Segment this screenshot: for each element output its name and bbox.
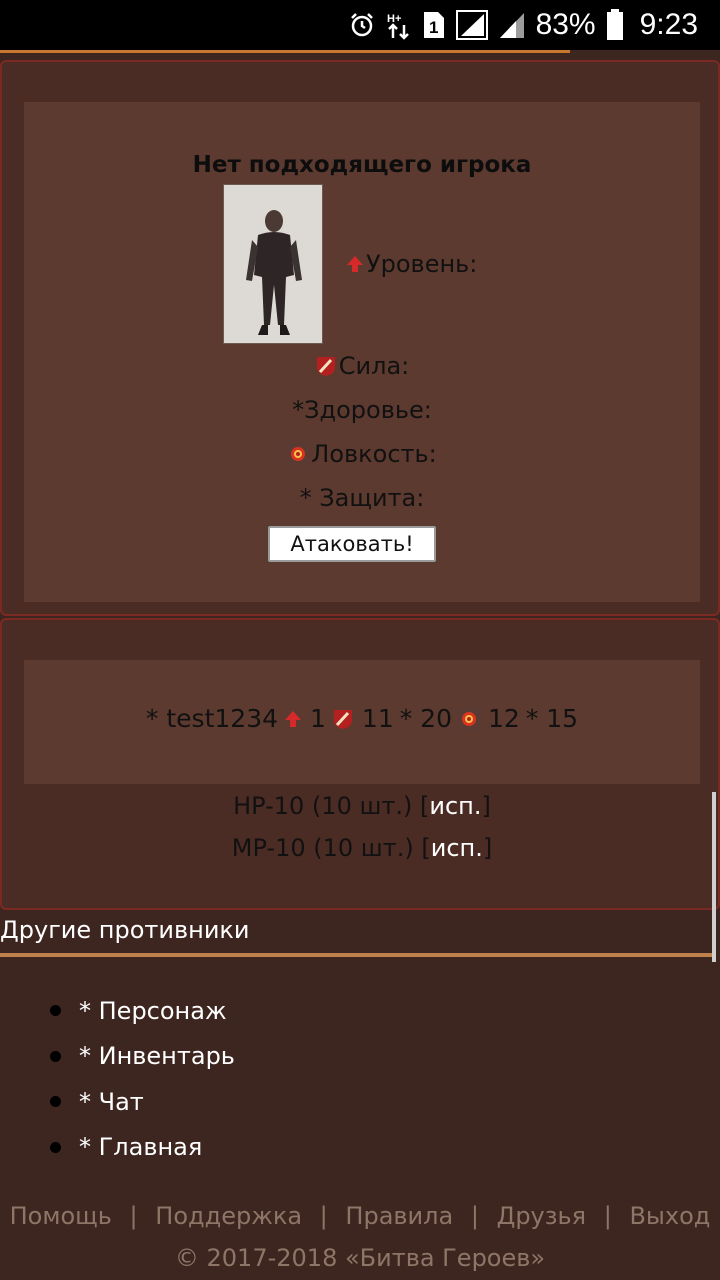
health-label: *Здоровье: — [292, 396, 432, 424]
alarm-icon — [348, 11, 376, 39]
sword-shield-icon — [316, 357, 335, 376]
data-arrows-icon: H+ — [386, 10, 412, 40]
menu-item-label: * Персонаж — [79, 996, 227, 1025]
item-name: HP-10 (10 шт.) [ — [233, 792, 430, 820]
item-hp: HP-10 (10 шт.) [исп.] — [2, 792, 720, 820]
footer-link-logout[interactable]: Выход — [629, 1202, 710, 1230]
footer-separator: | — [319, 1202, 328, 1230]
opponent-avatar — [223, 184, 323, 344]
signal-icon-2 — [498, 10, 526, 40]
sim-icon: 1 — [422, 10, 446, 40]
player-stats: * test1234 1 11 * 20 12 * 15 — [24, 704, 700, 733]
menu-item-label: * Инвентарь — [79, 1042, 235, 1071]
level-up-arrow-icon — [347, 256, 363, 272]
copyright: © 2017-2018 «Битва Героев» — [174, 1244, 546, 1272]
item-bracket: ] — [481, 792, 491, 820]
player-card: * test1234 1 11 * 20 12 * 15 — [24, 660, 700, 784]
use-item-link[interactable]: исп. — [429, 792, 481, 820]
item-name: MP-10 (10 шт.) [ — [231, 834, 431, 862]
level-label: Уровень: — [366, 250, 478, 278]
main-menu: * Персонаж * Инвентарь * Чат * Главная — [50, 988, 235, 1170]
clock: 9:23 — [639, 8, 698, 41]
footer-link-help[interactable]: Помощь — [10, 1202, 112, 1230]
bullet — [50, 1141, 61, 1153]
menu-item-inventory[interactable]: * Инвентарь — [50, 1034, 235, 1080]
gear-icon — [458, 707, 480, 730]
player-level: 1 — [310, 704, 326, 733]
opponent-strength: Сила: — [24, 352, 700, 380]
player-health: * 20 — [399, 704, 452, 733]
footer-links: Помощь | Поддержка | Правила | Друзья | … — [0, 1202, 720, 1230]
opponent-health: *Здоровье: — [24, 396, 700, 424]
menu-item-chat[interactable]: * Чат — [50, 1079, 235, 1125]
player-name: * test1234 — [145, 704, 279, 733]
menu-item-label: * Чат — [79, 1087, 144, 1116]
opponent-panel: Нет подходящего игрока Уровень: Сила: *З… — [0, 60, 720, 616]
footer-separator: | — [129, 1202, 138, 1230]
footer-separator: | — [603, 1202, 612, 1230]
bullet — [50, 1005, 61, 1017]
opponent-level: Уровень: — [346, 250, 477, 278]
battery-percent: 83% — [535, 8, 596, 41]
sword-shield-icon — [333, 709, 352, 729]
footer-link-rules[interactable]: Правила — [345, 1202, 453, 1230]
footer-link-support[interactable]: Поддержка — [155, 1202, 302, 1230]
scrollbar[interactable] — [712, 792, 716, 962]
opponent-title: Нет подходящего игрока — [192, 152, 532, 178]
status-bar: H+ 1 83% 9:23 — [0, 0, 720, 50]
footer-separator: | — [470, 1202, 479, 1230]
item-mp: MP-10 (10 шт.) [исп.] — [2, 834, 720, 862]
defense-label: * Защита: — [299, 484, 425, 512]
section-divider — [0, 953, 714, 957]
use-item-link[interactable]: исп. — [431, 834, 483, 862]
gear-icon — [287, 443, 310, 465]
attack-button[interactable]: Атаковать! — [268, 526, 436, 562]
opponent-agility: Ловкость: — [24, 440, 700, 468]
strength-label: Сила: — [338, 352, 410, 380]
player-strength: 11 — [361, 704, 394, 733]
bullet — [50, 1050, 61, 1062]
footer-link-friends[interactable]: Друзья — [497, 1202, 587, 1230]
signal-icon — [455, 10, 488, 40]
menu-item-home[interactable]: * Главная — [50, 1125, 235, 1171]
bullet — [50, 1096, 61, 1108]
svg-text:H+: H+ — [387, 13, 401, 25]
opponent-defense: * Защита: — [24, 484, 700, 512]
item-bracket: ] — [482, 834, 493, 862]
svg-text:1: 1 — [429, 18, 438, 37]
battery-icon — [606, 9, 624, 41]
level-up-arrow-icon — [285, 710, 302, 727]
player-defense: * 15 — [525, 704, 579, 733]
other-opponents-heading[interactable]: Другие противники — [0, 916, 250, 944]
opponent-card: Нет подходящего игрока Уровень: Сила: *З… — [24, 102, 700, 602]
player-panel: * test1234 1 11 * 20 12 * 15 HP-10 (10 ш… — [0, 618, 720, 910]
top-accent-line — [0, 50, 570, 53]
agility-label: Ловкость: — [311, 440, 437, 468]
menu-item-character[interactable]: * Персонаж — [50, 988, 235, 1034]
player-agility: 12 — [488, 704, 520, 733]
menu-item-label: * Главная — [79, 1133, 203, 1162]
